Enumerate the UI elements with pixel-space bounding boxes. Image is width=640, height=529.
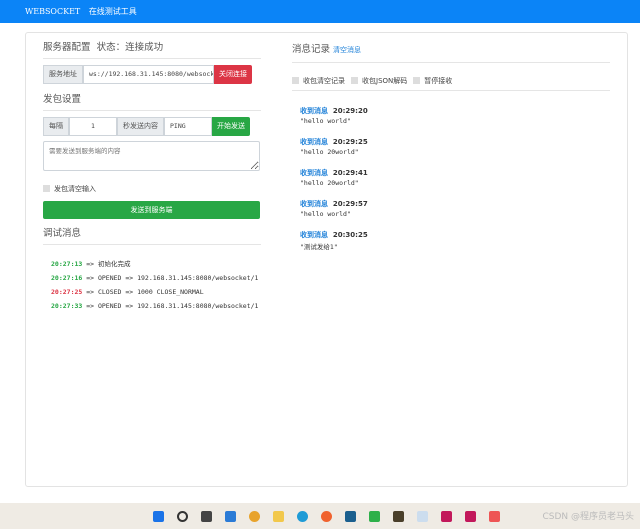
task-view-icon[interactable] xyxy=(201,510,212,522)
hbuilder-icon[interactable] xyxy=(369,510,380,522)
send-settings-title: 发包设置 xyxy=(43,89,261,111)
message-body: "测试发给1" xyxy=(300,243,338,251)
clear-input-option[interactable]: 发包清空输入 xyxy=(43,178,261,197)
edge-icon[interactable] xyxy=(297,510,308,522)
log-text: => CLOSED => 1000 CLOSE_NORMAL xyxy=(82,288,204,296)
received-label: 收到消息 xyxy=(300,200,328,208)
message-list: 收到消息 20:29:20 "hello world" 收到消息 20:29:25 "… xyxy=(292,105,610,251)
server-config-title: 服务器配置 状态：连接成功 xyxy=(43,37,261,59)
records-title: 消息记录 清空消息 xyxy=(292,37,610,63)
record-option[interactable]: 收包清空记录 xyxy=(292,70,351,89)
chrome-icon[interactable] xyxy=(249,510,260,522)
brand[interactable]: WEBSOCKET xyxy=(25,7,80,16)
debug-log-entry: 20:27:16 => OPENED => 192.168.31.145:808… xyxy=(51,273,261,284)
file-explorer-icon[interactable] xyxy=(273,510,284,522)
windows-start-icon[interactable] xyxy=(153,510,164,522)
jetbrains-icon-2[interactable] xyxy=(465,510,476,522)
close-connection-button[interactable]: 关闭连接 xyxy=(214,65,252,84)
connection-status: 状态：连接成功 xyxy=(96,42,164,53)
message-time: 20:29:41 xyxy=(332,169,368,177)
every-label: 每隔 xyxy=(43,117,69,136)
right-column: 消息记录 清空消息 收包清空记录 收包JSON解码 暂停接收 收到消息 20:29:… xyxy=(292,37,610,262)
message-item: 收到消息 20:29:20 "hello world" xyxy=(292,105,610,125)
snipping-tool-icon[interactable] xyxy=(489,510,500,522)
debug-log-list: 20:27:13 => 初始化完成 20:27:16 => OPENED => 1… xyxy=(43,259,261,312)
record-option[interactable]: 收包JSON解码 xyxy=(351,70,413,89)
message-time: 20:30:25 xyxy=(332,231,368,239)
log-text: => OPENED => 192.168.31.145:8080/websock… xyxy=(82,302,259,310)
received-label: 收到消息 xyxy=(300,169,328,177)
checkbox[interactable] xyxy=(413,77,421,84)
checkbox[interactable] xyxy=(43,185,50,192)
received-label: 收到消息 xyxy=(300,107,328,115)
checkbox[interactable] xyxy=(292,77,299,84)
app-icon[interactable] xyxy=(417,510,428,522)
interval-input[interactable]: 1 xyxy=(69,117,117,136)
server-address-input[interactable]: ws://192.168.31.145:8080/websocket/1 xyxy=(83,65,214,84)
jetbrains-icon[interactable] xyxy=(441,510,452,522)
message-item: 收到消息 20:29:41 "hello 20world" xyxy=(292,167,610,187)
main-card: 服务器配置 状态：连接成功 服务地址 ws://192.168.31.145:8… xyxy=(25,32,628,487)
store-icon[interactable] xyxy=(345,510,356,522)
log-time: 20:27:13 xyxy=(51,260,83,268)
message-time: 20:29:20 xyxy=(332,107,368,115)
firefox-icon[interactable] xyxy=(321,510,332,522)
message-item: 收到消息 20:29:25 "hello 20world" xyxy=(292,136,610,156)
message-body: "hello 20world" xyxy=(300,148,359,156)
message-body: "hello 20world" xyxy=(300,179,359,187)
interval-group: 每隔 1 秒发送内容 PING 开始发送 xyxy=(43,117,261,136)
watermark: CSDN @程序员老马头 xyxy=(542,512,634,522)
sublime-icon[interactable] xyxy=(393,510,404,522)
content-label: 秒发送内容 xyxy=(117,117,164,136)
log-time: 20:27:33 xyxy=(51,302,83,310)
top-navbar: WEBSOCKET 在线测试工具 xyxy=(0,0,640,23)
debug-log-entry: 20:27:25 => CLOSED => 1000 CLOSE_NORMAL xyxy=(51,287,261,298)
received-label: 收到消息 xyxy=(300,231,328,239)
debug-log-entry: 20:27:33 => OPENED => 192.168.31.145:808… xyxy=(51,301,261,312)
message-time: 20:29:25 xyxy=(332,138,368,146)
message-time: 20:29:57 xyxy=(332,200,368,208)
checkbox[interactable] xyxy=(351,77,358,84)
record-options: 收包清空记录 收包JSON解码 暂停接收 xyxy=(292,69,610,91)
debug-log-entry: 20:27:13 => 初始化完成 xyxy=(51,259,261,270)
message-item: 收到消息 20:29:57 "hello world" xyxy=(292,198,610,218)
log-text: => OPENED => 192.168.31.145:8080/websock… xyxy=(82,274,259,282)
received-label: 收到消息 xyxy=(300,138,328,146)
log-text: => 初始化完成 xyxy=(82,260,131,268)
left-column: 服务器配置 状态：连接成功 服务地址 ws://192.168.31.145:8… xyxy=(43,37,261,315)
ping-content-input[interactable]: PING xyxy=(164,117,212,136)
server-address-group: 服务地址 ws://192.168.31.145:8080/websocket/… xyxy=(43,65,261,84)
debug-title: 调试消息 xyxy=(43,223,261,245)
brand-subtitle: 在线测试工具 xyxy=(88,7,137,16)
message-textarea[interactable] xyxy=(43,141,260,171)
log-time: 20:27:25 xyxy=(51,288,83,296)
clear-messages-link[interactable]: 清空消息 xyxy=(333,46,361,54)
search-icon[interactable] xyxy=(177,510,188,522)
log-time: 20:27:16 xyxy=(51,274,83,282)
send-to-server-button[interactable]: 发送到服务端 xyxy=(43,201,260,219)
server-address-label: 服务地址 xyxy=(43,65,83,84)
message-body: "hello world" xyxy=(300,210,351,218)
start-sending-button[interactable]: 开始发送 xyxy=(212,117,250,136)
vscode-icon[interactable] xyxy=(225,510,236,522)
message-body: "hello world" xyxy=(300,117,351,125)
record-option[interactable]: 暂停接收 xyxy=(413,70,458,89)
message-item: 收到消息 20:30:25 "测试发给1" xyxy=(292,229,610,251)
